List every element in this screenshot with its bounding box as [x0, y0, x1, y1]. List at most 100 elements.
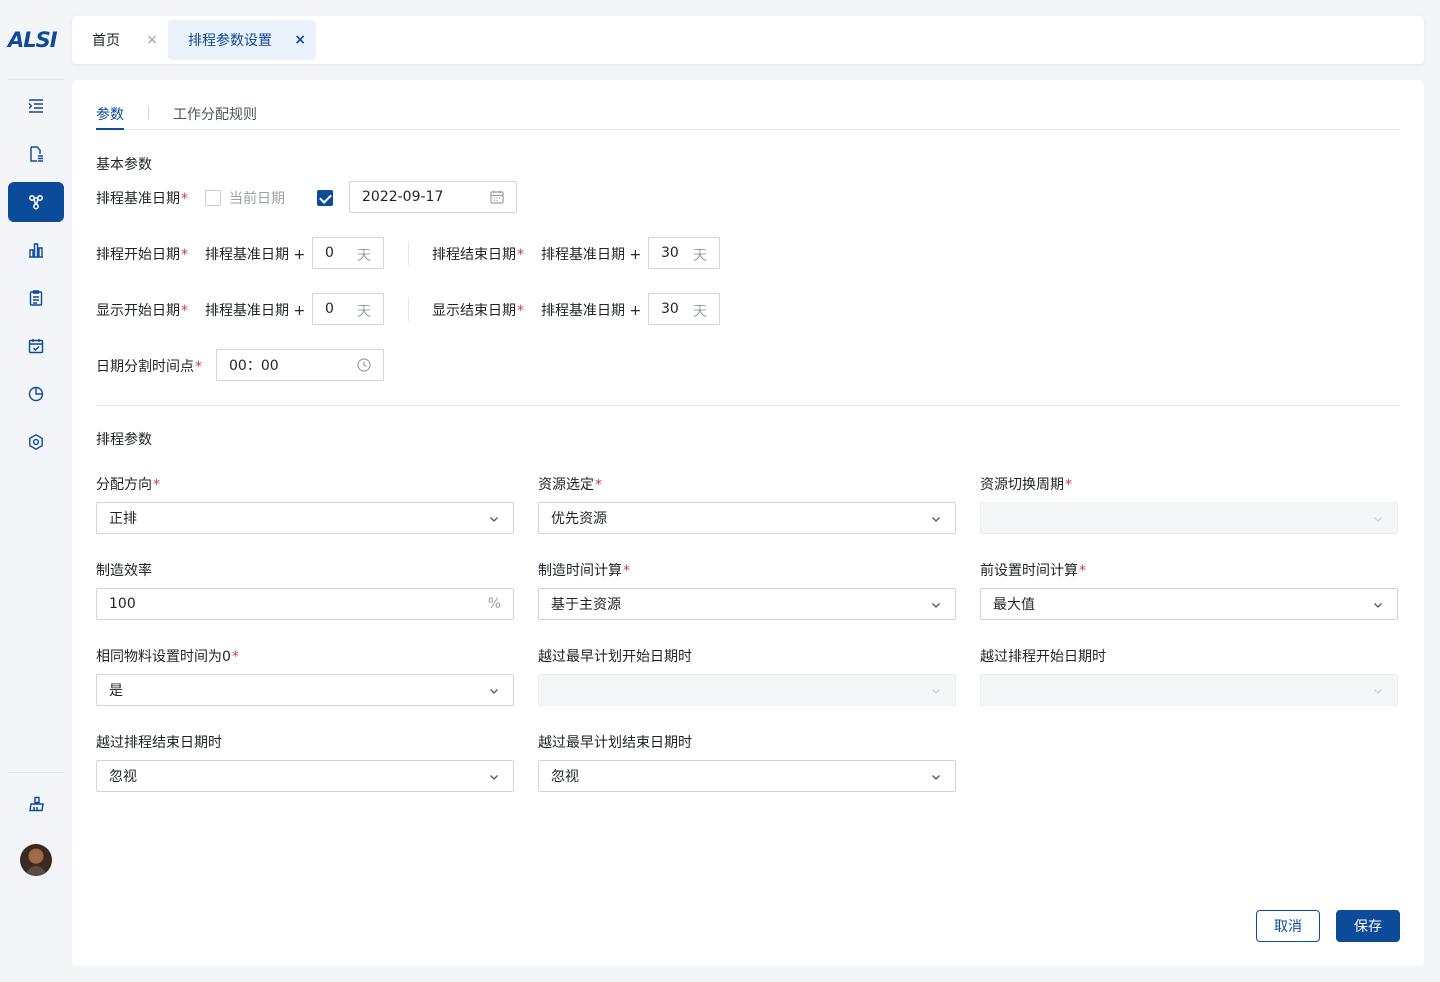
disp-start-label-text: 显示开始日期	[96, 303, 180, 319]
tab-schedule-params-label: 排程参数设置	[188, 33, 272, 49]
required-mark: *	[517, 247, 524, 263]
resource-switch-select	[980, 502, 1398, 534]
chevron-down-icon	[490, 775, 498, 780]
same-material-value: 是	[109, 683, 123, 699]
resource-select-value: 优先资源	[551, 511, 607, 527]
chevron-down-icon	[932, 689, 940, 694]
disp-start-label: 显示开始日期*	[96, 300, 188, 320]
disp-start-prefix: 排程基准日期 +	[205, 303, 306, 319]
sched-end-offset-value: 30	[661, 245, 679, 261]
current-date-label: 当前日期	[229, 191, 285, 207]
disp-end-label: 显示结束日期*	[432, 300, 524, 320]
save-button[interactable]: 保存	[1336, 910, 1400, 942]
direction-label: 分配方向*	[96, 474, 160, 494]
user-avatar[interactable]	[20, 844, 52, 876]
base-date-picker[interactable]: 2022-09-17	[349, 181, 517, 213]
over-earliest-end-select[interactable]: 忽视	[538, 760, 956, 792]
split-time-label: 日期分割时间点*	[96, 356, 202, 376]
required-mark: *	[181, 191, 188, 207]
sched-end-label-text: 排程结束日期	[432, 247, 516, 263]
chevron-down-icon	[1374, 603, 1382, 608]
direction-value: 正排	[109, 511, 137, 527]
over-sched-start-label: 越过排程开始日期时	[980, 649, 1106, 665]
basic-params-title: 基本参数	[96, 157, 152, 173]
sched-start-offset-input[interactable]: 0 天	[312, 237, 384, 269]
over-earliest-start-label: 越过最早计划开始日期时	[538, 649, 692, 665]
required-mark: *	[623, 563, 630, 579]
direction-select[interactable]: 正排	[96, 502, 514, 534]
sched-end-offset-input[interactable]: 30 天	[648, 237, 720, 269]
sidebar-divider	[8, 79, 64, 80]
sched-start-label: 排程开始日期*	[96, 244, 188, 264]
sub-tab-bar: 参数 工作分配规则	[96, 100, 1400, 130]
required-mark: *	[517, 303, 524, 319]
efficiency-value: 100	[109, 596, 136, 612]
same-material-label: 相同物料设置时间为0*	[96, 646, 239, 666]
direction-label-text: 分配方向	[96, 477, 152, 493]
required-mark: *	[1065, 477, 1072, 493]
over-sched-end-select[interactable]: 忽视	[96, 760, 514, 792]
required-mark: *	[153, 477, 160, 493]
required-mark: *	[1079, 563, 1086, 579]
sched-start-offset-value: 0	[325, 245, 334, 261]
chevron-down-icon	[932, 775, 940, 780]
nav-item-calendar[interactable]	[8, 326, 64, 366]
current-date-checkbox[interactable]	[205, 190, 221, 206]
pre-setup-select[interactable]: 最大值	[980, 588, 1398, 620]
pie-chart-icon	[28, 386, 44, 402]
clock-icon	[357, 358, 371, 372]
brand-logo[interactable]: ALSI	[8, 28, 64, 52]
cancel-button[interactable]: 取消	[1256, 910, 1320, 942]
tab-schedule-params[interactable]: 排程参数设置 ×	[168, 20, 316, 60]
main-panel: 参数 工作分配规则 基本参数 排程基准日期* 当前日期 2022-09-17 排…	[72, 80, 1424, 966]
disp-start-offset-input[interactable]: 0 天	[312, 293, 384, 325]
split-time-value: 00：00	[229, 358, 279, 374]
nav-item-tasks[interactable]	[8, 278, 64, 318]
page-tab-bar: 首页 × 排程参数设置 ×	[72, 16, 1424, 64]
chevron-down-icon	[1374, 517, 1382, 522]
sched-end-label: 排程结束日期*	[432, 244, 524, 264]
chevron-down-icon	[932, 603, 940, 608]
tab-home-close-icon[interactable]: ×	[146, 32, 158, 48]
over-earliest-start-select	[538, 674, 956, 706]
sidebar-bottom-divider	[8, 772, 64, 773]
mfg-time-select[interactable]: 基于主资源	[538, 588, 956, 620]
disp-end-offset-input[interactable]: 30 天	[648, 293, 720, 325]
nav-item-settings[interactable]	[8, 422, 64, 462]
nav-item-scheduling[interactable]	[8, 182, 64, 222]
disp-end-label-text: 显示结束日期	[432, 303, 516, 319]
tab-params[interactable]: 参数	[96, 104, 124, 130]
tab-work-allocation-rules[interactable]: 工作分配规则	[173, 104, 257, 130]
nav-item-documents[interactable]	[8, 134, 64, 174]
chevron-down-icon	[932, 517, 940, 522]
mfg-time-label: 制造时间计算*	[538, 560, 630, 580]
disp-end-offset-value: 30	[661, 301, 679, 317]
nav-item-reports[interactable]	[8, 230, 64, 270]
split-time-picker[interactable]: 00：00	[216, 349, 384, 381]
resource-select[interactable]: 优先资源	[538, 502, 956, 534]
nav-item-analytics[interactable]	[8, 374, 64, 414]
sched-params-title: 排程参数	[96, 432, 152, 448]
field-divider	[408, 297, 409, 321]
sched-start-label-text: 排程开始日期	[96, 247, 180, 263]
day-unit: 天	[357, 304, 371, 320]
required-mark: *	[181, 247, 188, 263]
nav-item-clean[interactable]	[8, 784, 64, 824]
field-divider	[408, 241, 409, 265]
day-unit: 天	[357, 248, 371, 264]
tab-home[interactable]: 首页 ×	[72, 20, 168, 60]
document-list-icon	[30, 146, 43, 162]
same-material-select[interactable]: 是	[96, 674, 514, 706]
sub-tab-divider	[148, 106, 149, 120]
chevron-down-icon	[1374, 689, 1382, 694]
custom-date-checkbox[interactable]	[317, 190, 333, 206]
clean-icon	[29, 796, 44, 812]
efficiency-input[interactable]: 100 %	[96, 588, 514, 620]
clipboard-icon	[29, 290, 43, 306]
mfg-time-label-text: 制造时间计算	[538, 563, 622, 579]
nav-item-menu-toggle[interactable]	[8, 86, 64, 126]
same-material-label-text: 相同物料设置时间为0	[96, 649, 231, 665]
chevron-down-icon	[490, 689, 498, 694]
tab-schedule-params-close-icon[interactable]: ×	[294, 32, 306, 48]
split-time-label-text: 日期分割时间点	[96, 359, 194, 375]
